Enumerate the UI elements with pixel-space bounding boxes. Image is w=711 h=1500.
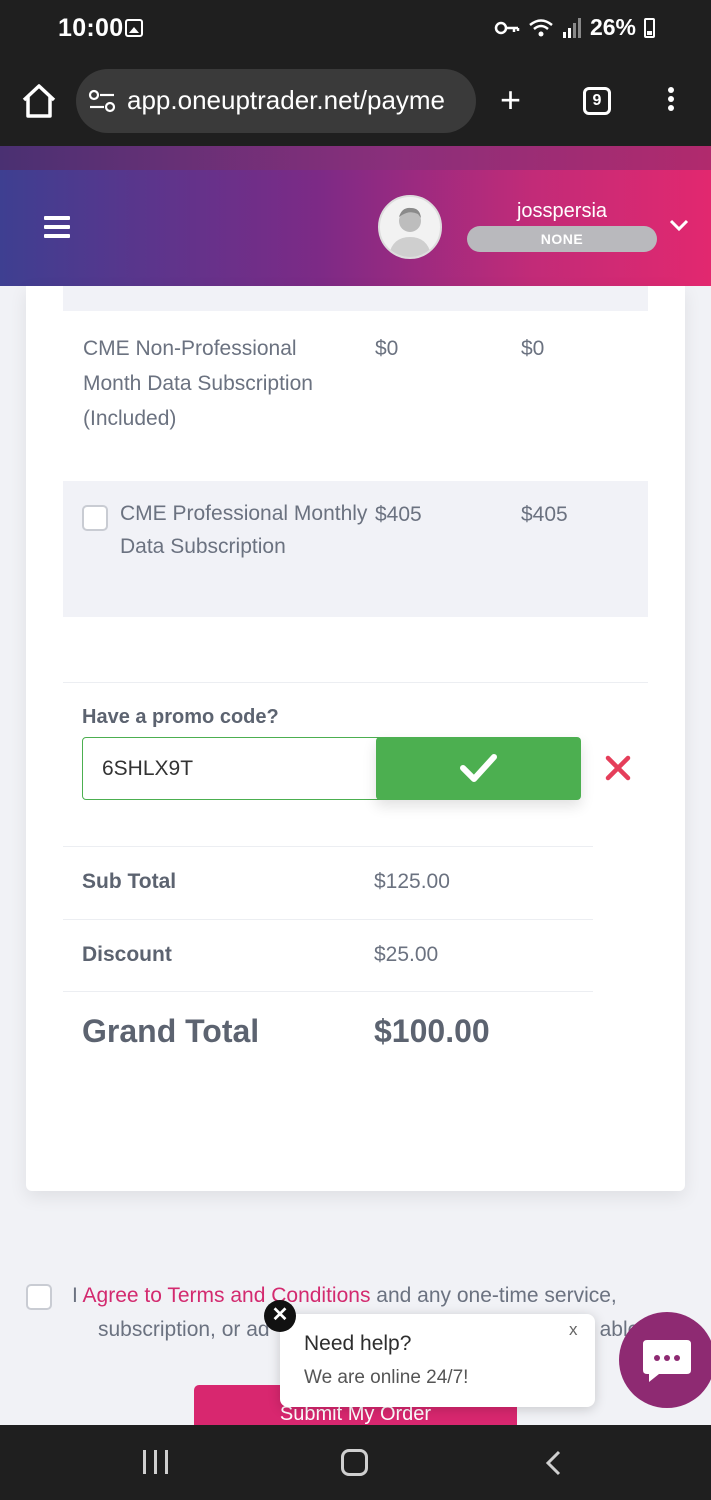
checkmark-icon (460, 754, 497, 782)
agree-line2-start: subscription, or ad (98, 1318, 270, 1341)
battery-icon (644, 17, 655, 38)
home-nav-icon[interactable] (341, 1449, 368, 1476)
image-notification-icon (125, 19, 143, 37)
status-right: 26% (494, 14, 655, 41)
subscription-name: CME Non-Professional Month Data Subscrip… (83, 337, 313, 430)
site-settings-icon[interactable] (88, 89, 116, 113)
status-bar: 10:00 26% (0, 0, 711, 58)
subscription-total: $0 (521, 337, 545, 360)
wifi-icon (529, 18, 553, 36)
table-row-cut (63, 286, 648, 311)
subscription-checkbox[interactable] (82, 505, 108, 531)
subscription-total: $405 (521, 503, 568, 526)
signal-icon (562, 17, 581, 38)
remove-promo-icon[interactable] (604, 754, 632, 782)
divider (63, 846, 593, 847)
discount-label: Discount (82, 943, 172, 966)
agree-terms-checkbox[interactable] (26, 1284, 52, 1310)
chat-close-icon[interactable]: x (569, 1320, 578, 1340)
promo-code-input[interactable]: 6SHLX9T (82, 737, 382, 800)
avatar[interactable] (378, 195, 442, 259)
address-bar[interactable]: app.oneuptrader.net/payme (76, 69, 476, 133)
subscription-price: $0 (375, 337, 399, 360)
table-row: CME Professional Monthly Data Subscripti… (63, 481, 648, 617)
back-icon[interactable] (542, 1449, 564, 1477)
status-time: 10:00 (58, 14, 124, 42)
username[interactable]: josspersia (467, 200, 657, 223)
chevron-down-icon[interactable] (668, 216, 690, 234)
grand-total-label: Grand Total (82, 1013, 260, 1049)
overflow-menu-icon[interactable] (666, 87, 676, 117)
recents-icon[interactable] (143, 1450, 169, 1474)
key-icon (494, 21, 520, 34)
divider (63, 991, 593, 992)
browser-toolbar: app.oneuptrader.net/payme + 9 (0, 58, 711, 146)
chat-subtitle: We are online 24/7! (304, 1367, 469, 1388)
previous-header-strip (0, 146, 711, 170)
plan-badge: NONE (467, 226, 657, 252)
hamburger-menu-icon[interactable] (44, 216, 70, 238)
grand-total-value: $100.00 (374, 1013, 490, 1049)
subtotal-value: $125.00 (374, 870, 450, 893)
chat-popup[interactable]: Need help? We are online 24/7! x (280, 1314, 595, 1407)
order-card: CME Non-Professional Month Data Subscrip… (26, 286, 685, 1191)
discount-value: $25.00 (374, 943, 439, 966)
chat-bubble-icon (643, 1340, 691, 1382)
battery-text: 26% (589, 14, 636, 40)
subscription-name: CME Professional Monthly Data Subscripti… (120, 502, 368, 558)
subscription-price: $405 (375, 503, 422, 526)
promo-label: Have a promo code? (82, 706, 279, 728)
home-icon[interactable] (20, 82, 58, 120)
agree-terms-text: I Agree to Terms and Conditions and any … (72, 1284, 617, 1308)
apply-promo-button[interactable] (376, 737, 581, 800)
chat-launcher-button[interactable] (619, 1312, 711, 1408)
divider (63, 682, 648, 683)
system-nav-bar (0, 1425, 711, 1500)
divider (63, 919, 593, 920)
tab-switcher-button[interactable]: 9 (583, 87, 611, 115)
agree-prefix: I (72, 1284, 83, 1307)
new-tab-button[interactable]: + (500, 80, 521, 120)
chat-title: Need help? (304, 1332, 412, 1355)
subtotal-label: Sub Total (82, 870, 177, 893)
agree-suffix: and any one-time service, (370, 1284, 617, 1307)
app-header: josspersia NONE (0, 170, 711, 286)
table-row: CME Non-Professional Month Data Subscrip… (63, 331, 648, 481)
chat-dismiss-icon[interactable]: ✕ (264, 1300, 296, 1332)
url-text[interactable]: app.oneuptrader.net/payme (127, 85, 467, 116)
terms-link[interactable]: Agree to Terms and Conditions (83, 1284, 371, 1307)
user-silhouette-icon (388, 207, 432, 257)
